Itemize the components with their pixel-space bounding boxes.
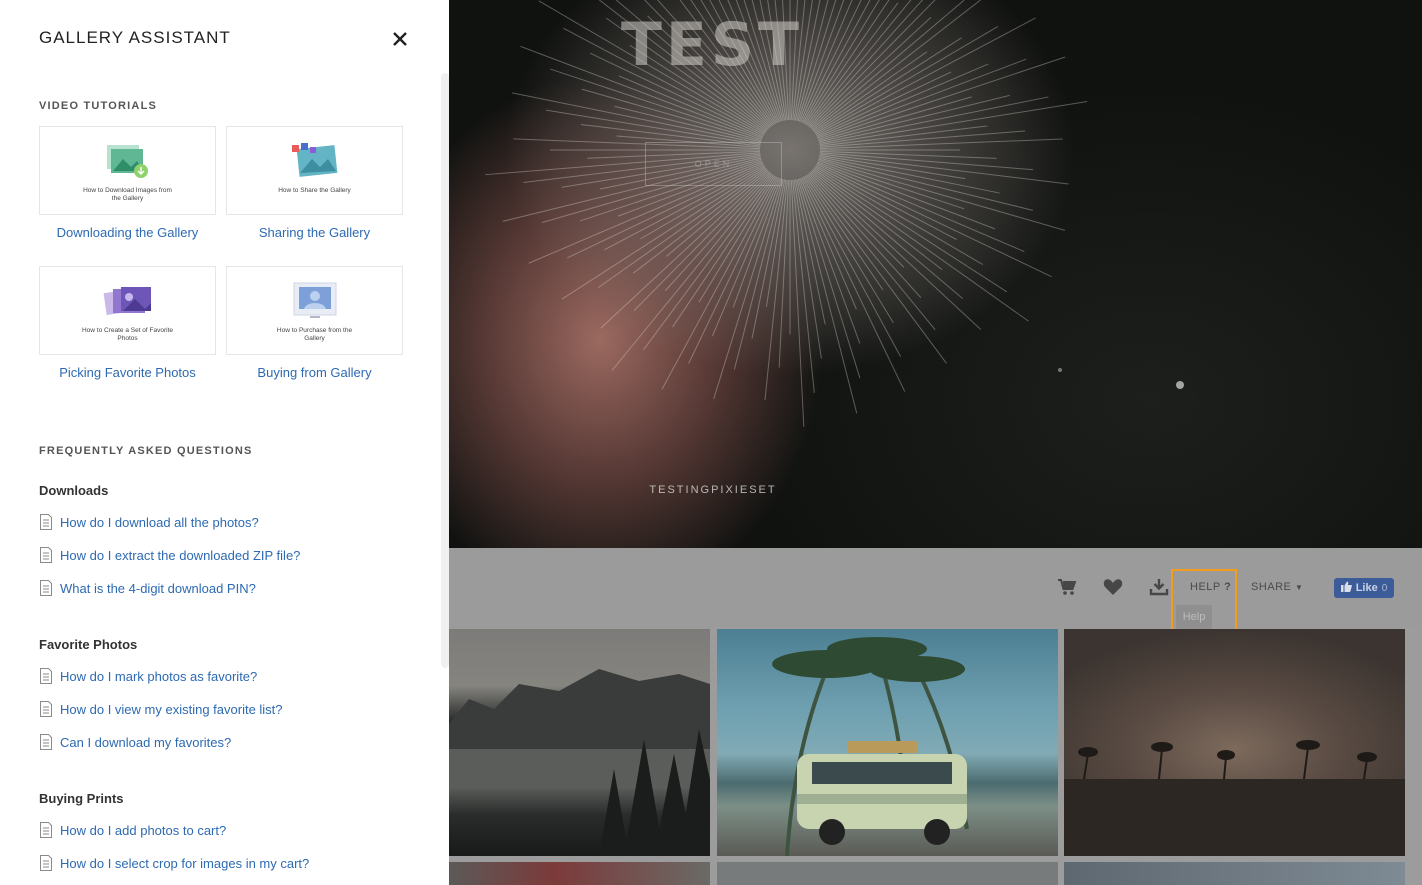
faq-link[interactable]: How do I select crop for images in my ca…: [39, 854, 309, 872]
tutorial-thumbnail[interactable]: How to Purchase from the Gallery: [226, 266, 403, 355]
share-gallery-illustration: [291, 143, 337, 177]
faq-link-text: How do I view my existing favorite list?: [60, 701, 283, 717]
share-label: SHARE: [1251, 581, 1292, 593]
faq-link-text: How do I download all the photos?: [60, 514, 259, 530]
document-icon: [40, 822, 52, 838]
faq-heading: FREQUENTLY ASKED QUESTIONS: [39, 445, 253, 457]
gallery-photo[interactable]: [449, 629, 710, 856]
document-icon: [40, 514, 52, 530]
document-icon: [40, 547, 52, 563]
favorite-photos-illustration: [103, 287, 151, 315]
video-tutorials-heading: VIDEO TUTORIALS: [39, 100, 158, 112]
gallery-photo[interactable]: [1064, 629, 1405, 856]
gallery-photo[interactable]: [1064, 862, 1405, 885]
like-label: Like: [1355, 582, 1378, 594]
faq-group-title: Buying Prints: [39, 791, 124, 806]
tutorial-caption: How to Create a Set of Favorite Photos: [81, 327, 174, 342]
faq-link-text: How do I add photos to cart?: [60, 822, 227, 838]
facebook-like-button[interactable]: Like 0: [1334, 578, 1394, 598]
tutorial-caption: How to Share the Gallery: [278, 187, 351, 194]
tutorial-thumbnail[interactable]: How to Create a Set of Favorite Photos: [39, 266, 216, 355]
faq-link-text: How do I select crop for images in my ca…: [60, 855, 310, 871]
document-icon: [40, 855, 52, 871]
facebook-thumb-icon: [1340, 581, 1352, 595]
tutorial-label[interactable]: Downloading the Gallery: [39, 225, 216, 240]
panel-scrollbar[interactable]: [441, 73, 449, 668]
close-icon: [393, 32, 407, 46]
document-icon: [40, 668, 52, 684]
download-images-illustration: [106, 145, 148, 178]
faq-link-text: What is the 4-digit download PIN?: [60, 580, 256, 596]
panel-title: GALLERY ASSISTANT: [39, 28, 231, 47]
faq-group-title: Downloads: [39, 483, 109, 498]
tutorial-label[interactable]: Sharing the Gallery: [226, 225, 403, 240]
faq-link[interactable]: What is the 4-digit download PIN?: [39, 579, 256, 597]
faq-link[interactable]: How do I view my existing favorite list?: [39, 700, 283, 718]
document-icon: [40, 701, 52, 717]
faq-group-title: Favorite Photos: [39, 637, 138, 652]
heart-icon[interactable]: [1102, 578, 1124, 598]
faq-link[interactable]: How do I extract the downloaded ZIP file…: [39, 546, 300, 564]
faq-link[interactable]: How do I download all the photos?: [39, 513, 259, 531]
document-icon: [40, 734, 52, 750]
hero-subtitle: TESTINGPIXIESET: [649, 484, 777, 496]
share-button[interactable]: SHARE ▼: [1251, 581, 1303, 593]
gallery-photo[interactable]: [717, 862, 1058, 885]
faq-link[interactable]: How do I add photos to cart?: [39, 821, 226, 839]
faq-link-text: How do I mark photos as favorite?: [60, 668, 258, 684]
tutorial-thumbnail[interactable]: How to Share the Gallery: [226, 126, 403, 215]
tutorial-favorites[interactable]: How to Create a Set of Favorite Photos P…: [39, 266, 216, 380]
purchase-illustration: [293, 282, 336, 318]
open-button[interactable]: OPEN: [645, 142, 782, 186]
gallery-photo[interactable]: [717, 629, 1058, 856]
faq-link[interactable]: Can I download my favorites?: [39, 733, 231, 751]
faq-link-text: Can I download my favorites?: [60, 734, 232, 750]
faq-link[interactable]: How do I mark photos as favorite?: [39, 667, 257, 685]
document-icon: [40, 580, 52, 596]
tutorial-downloading[interactable]: How to Download Images from the Gallery …: [39, 126, 216, 240]
hero-title: TEST: [620, 10, 804, 80]
tutorial-caption: How to Purchase from the Gallery: [276, 327, 353, 342]
download-icon[interactable]: [1148, 578, 1170, 598]
close-button[interactable]: [388, 27, 412, 51]
gallery-assistant-panel: GALLERY ASSISTANT VIDEO TUTORIALS How to…: [0, 0, 449, 885]
cart-icon[interactable]: [1056, 578, 1078, 598]
tutorial-thumbnail[interactable]: How to Download Images from the Gallery: [39, 126, 216, 215]
faq-link-text: How do I extract the downloaded ZIP file…: [60, 547, 301, 563]
tutorial-label[interactable]: Buying from Gallery: [226, 365, 403, 380]
tutorial-label[interactable]: Picking Favorite Photos: [39, 365, 216, 380]
tutorial-caption: How to Download Images from the Gallery: [83, 187, 172, 202]
like-count: 0: [1381, 582, 1388, 594]
tutorial-buying[interactable]: How to Purchase from the Gallery Buying …: [226, 266, 403, 380]
gallery-photo[interactable]: [449, 862, 710, 885]
tutorial-sharing[interactable]: How to Share the Gallery Sharing the Gal…: [226, 126, 403, 240]
chevron-down-icon: ▼: [1294, 583, 1304, 592]
